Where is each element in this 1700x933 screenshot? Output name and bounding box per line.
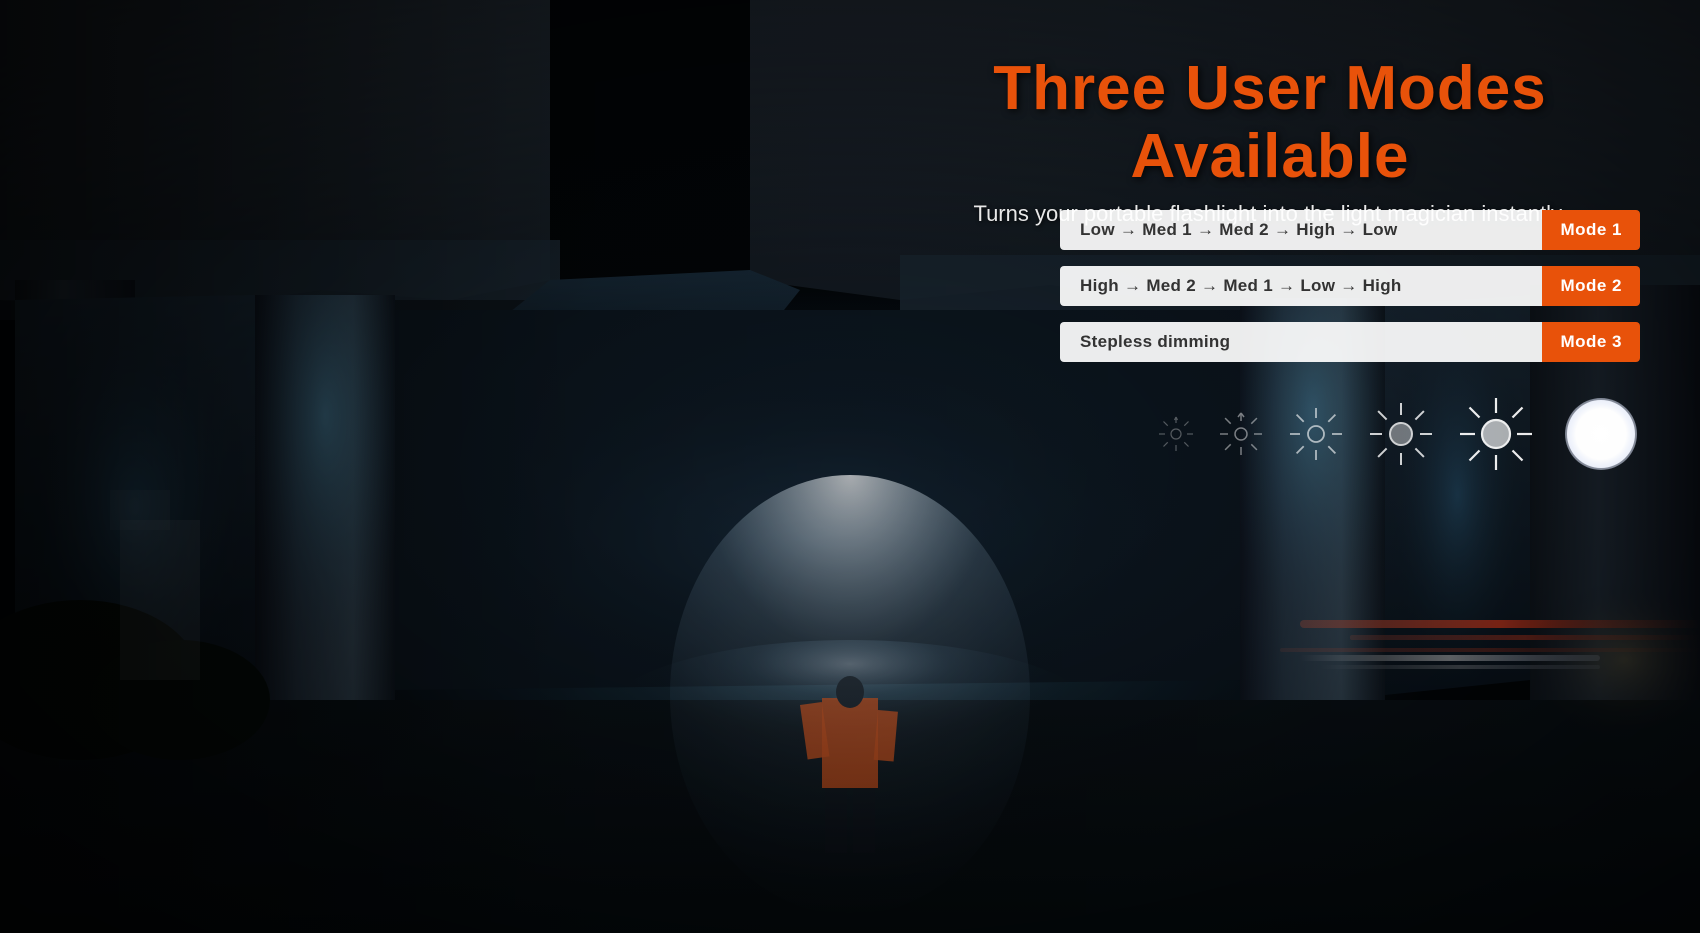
brightness-level-4 [1367,400,1435,468]
page-title: Three User Modes Available [920,55,1620,191]
brightness-level-6 [1557,390,1645,478]
brightness-level-5 [1457,395,1535,473]
mode-2-badge: Mode 2 [1542,266,1640,306]
main-content: Three User Modes Available Turns your po… [0,0,1700,933]
mode-row-3: Stepless dimming Mode 3 [1060,322,1640,362]
mode-1-badge: Mode 1 [1542,210,1640,250]
mode-3-sequence: Stepless dimming [1060,322,1542,362]
title-area: Three User Modes Available Turns your po… [920,55,1620,227]
modes-area: Low → Med 1 → Med 2 → High → Low Mode 1 … [1060,210,1640,362]
mode-row-2: High → Med 2 → Med 1 → Low → High Mode 2 [1060,266,1640,306]
brightness-level-1 [1157,415,1195,453]
mode-2-sequence: High → Med 2 → Med 1 → Low → High [1060,266,1542,306]
mode-1-sequence: Low → Med 1 → Med 2 → High → Low [1060,210,1542,250]
mode-3-badge: Mode 3 [1542,322,1640,362]
scene: Three User Modes Available Turns your po… [0,0,1700,933]
brightness-level-3 [1287,405,1345,463]
brightness-icons-area [1157,390,1645,478]
mode-row-1: Low → Med 1 → Med 2 → High → Low Mode 1 [1060,210,1640,250]
brightness-level-2 [1217,410,1265,458]
